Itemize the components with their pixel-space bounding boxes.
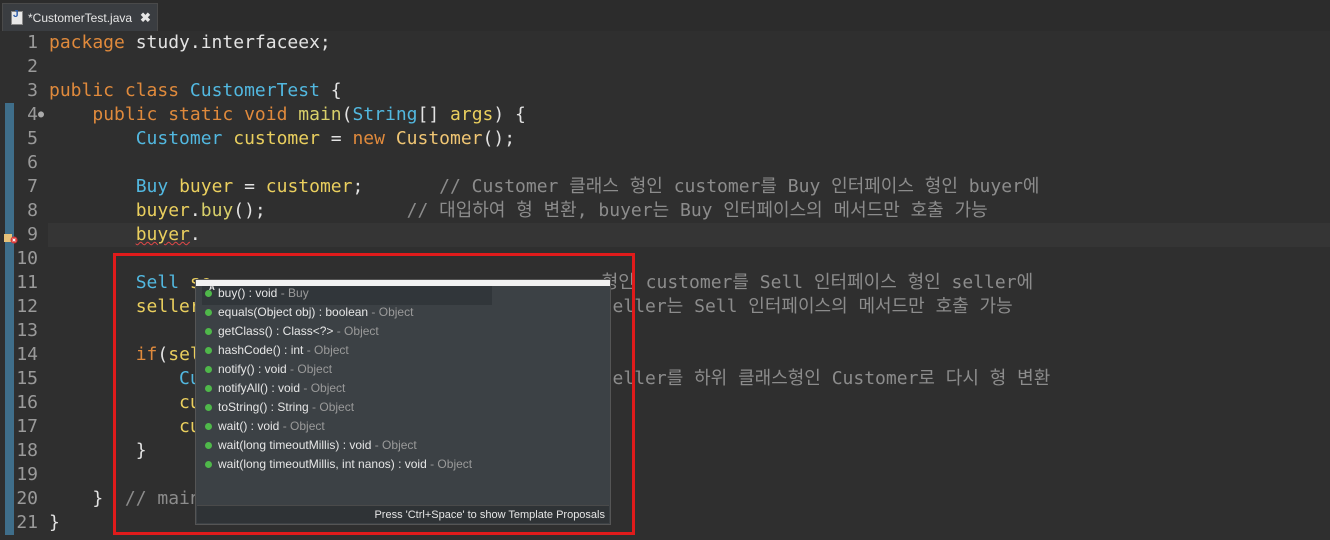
code-token: Buy	[135, 176, 180, 197]
code-token: ();	[482, 128, 516, 149]
code-token: public static void	[92, 104, 299, 125]
code-line[interactable]: Buy buyer = customer; // Customer 클래스 형인…	[49, 175, 1040, 199]
tab-customertest-java[interactable]: *CustomerTest.java ✖	[2, 3, 158, 31]
code-token: .	[189, 224, 201, 245]
line-number: 16	[16, 392, 38, 413]
line-number: 6	[27, 152, 38, 173]
line-number-gutter: 1 2 3 4 5 6 7 8 9 10 11 12 13 14 15 16 17 18 19 20 21 ●	[0, 31, 44, 540]
code-token: Customer	[135, 128, 234, 149]
code-editor[interactable]: 1 2 3 4 5 6 7 8 9 10 11 12 13 14 15 16 17 18 19 20 21 ● packa…	[0, 31, 1330, 540]
line-number: 1	[27, 32, 38, 53]
line-number: 15	[16, 368, 38, 389]
code-token: }	[49, 512, 60, 533]
code-token: Customer	[395, 128, 483, 149]
code-token: // 대입하여 형 변환, buyer는 Buy 인터페이스의 메서드만 호출 …	[406, 200, 988, 221]
line-number: 20	[16, 488, 38, 509]
code-token: buyer	[179, 176, 234, 197]
code-token: // Customer 클래스 형인 customer를 Buy 인터페이스 형…	[439, 176, 1040, 197]
editor-tab-bar: *CustomerTest.java ✖	[0, 0, 1330, 32]
code-token: String	[352, 104, 418, 125]
code-token: customer	[265, 176, 353, 197]
code-token: CustomerTest	[189, 80, 320, 101]
current-line-highlight	[48, 223, 1330, 247]
code-token: public class	[49, 80, 190, 101]
code-token: eller를 하위 클래스형인 Customer로 다시 형 변환	[612, 368, 1051, 389]
code-line[interactable]: buyer.	[49, 223, 201, 247]
annotation-highlight-box	[113, 253, 635, 535]
close-tab-icon[interactable]: ✖	[140, 10, 151, 26]
line-number: 21	[16, 512, 38, 533]
code-line[interactable]: buyer.buy(); // 대입하여 형 변환, buyer는 Buy 인터…	[49, 199, 988, 223]
line-number: 7	[27, 176, 38, 197]
java-file-icon	[11, 9, 23, 25]
line-number: 14	[16, 344, 38, 365]
code-token: main	[298, 104, 342, 125]
code-line[interactable]: Customer customer = new Customer();	[49, 127, 515, 151]
code-token: ();	[233, 200, 407, 221]
line-number: 10	[16, 248, 38, 269]
code-token: buyer	[135, 224, 190, 245]
tab-title: *CustomerTest.java	[28, 10, 133, 25]
code-token: new	[352, 128, 396, 149]
line-number: 17	[16, 416, 38, 437]
code-token: ;	[352, 176, 440, 197]
line-number: 19	[16, 464, 38, 485]
code-token: {	[319, 80, 342, 101]
code-token: buyer	[135, 200, 190, 221]
code-token: ) {	[493, 104, 526, 125]
line-number: 12	[16, 296, 38, 317]
code-token: customer	[233, 128, 320, 149]
line-number: 5	[27, 128, 38, 149]
line-number: 8	[27, 200, 38, 221]
code-token: seller는 Sell 인터페이스의 메서드만 호출 가능	[601, 296, 1013, 317]
line-number: 13	[16, 320, 38, 341]
fold-toggle-icon[interactable]: ●	[38, 109, 44, 120]
line-number: 11	[16, 272, 38, 293]
code-line[interactable]: public static void main(String[] args) {	[49, 103, 526, 127]
line-number: 4	[27, 104, 38, 125]
line-number: 18	[16, 440, 38, 461]
code-token: package	[49, 32, 136, 53]
code-token: 형인 customer를 Sell 인터페이스 형인 seller에	[601, 272, 1034, 293]
code-token: buy	[200, 200, 234, 221]
code-line[interactable]: package study.interfaceex;	[49, 31, 331, 55]
code-token: study.interfaceex;	[135, 32, 331, 53]
code-token: (	[341, 104, 353, 125]
code-token: args	[450, 104, 494, 125]
line-number: 2	[27, 56, 38, 77]
error-marker-icon[interactable]	[4, 229, 18, 244]
line-number: 3	[27, 80, 38, 101]
code-token: []	[417, 104, 451, 125]
code-line[interactable]: public class CustomerTest {	[49, 79, 342, 103]
code-line[interactable]: }	[49, 511, 60, 535]
code-token: =	[233, 176, 266, 197]
code-token: =	[319, 128, 353, 149]
code-token: .	[189, 200, 201, 221]
